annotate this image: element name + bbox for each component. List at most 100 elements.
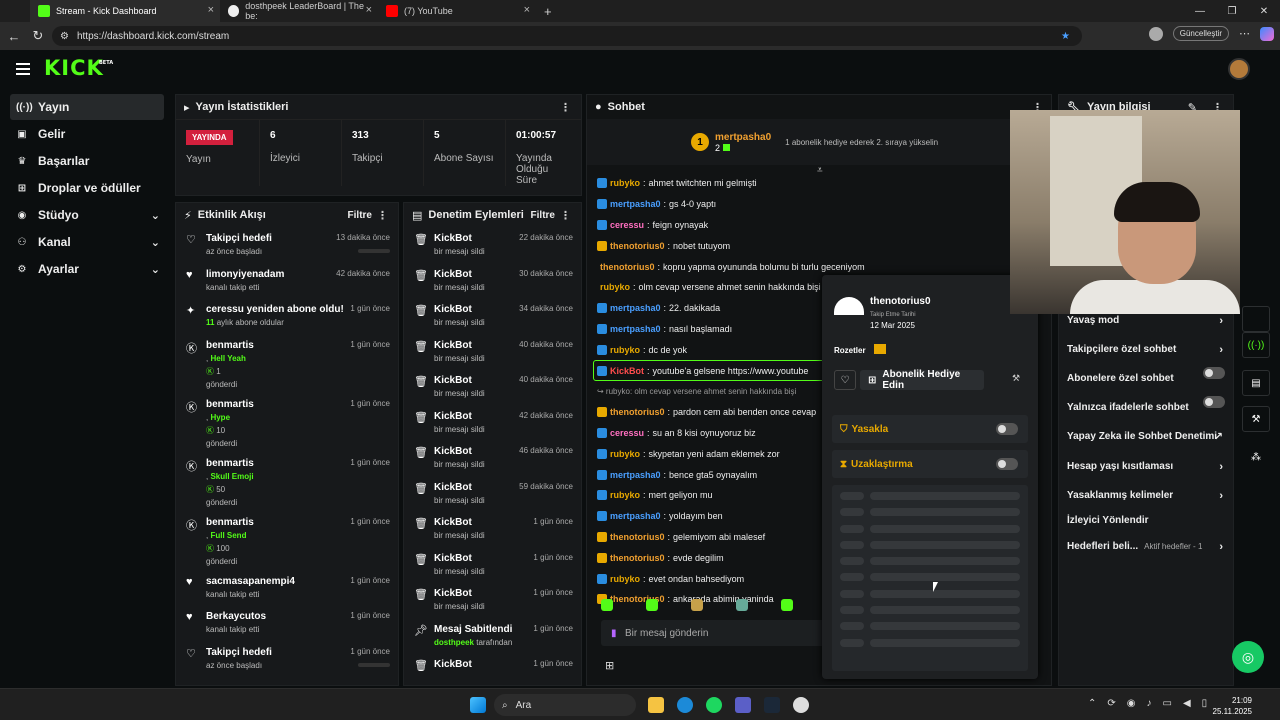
- setting-toggle[interactable]: [1203, 396, 1225, 408]
- activity-item[interactable]: ♥ limonyiyenadam kanalı takip etti 42 dakik…: [176, 263, 398, 299]
- more-vertical-icon[interactable]: ⋮: [377, 209, 388, 222]
- activity-item[interactable]: ♥ sacmasapanempi4 kanalı takip etti 1 gün ö…: [176, 570, 398, 606]
- chat-message[interactable]: rubyko: evet ondan bahsediyom: [597, 568, 827, 589]
- steam-icon[interactable]: [764, 697, 780, 713]
- stream-setting-row[interactable]: Yalnızca ifadelerle sohbet: [1067, 396, 1225, 413]
- moderation-item[interactable]: 🗑︎ KickBot bir mesajı sildi 40 dakika önce: [404, 369, 581, 405]
- help-chat-button[interactable]: ◎: [1232, 641, 1264, 673]
- stream-setting-row[interactable]: Abonelere özel sohbet: [1067, 367, 1225, 384]
- chat-message[interactable]: ceressu: su an 8 kisi oynuyoruz biz: [597, 423, 827, 444]
- moderation-item[interactable]: 🗑︎ KickBot bir mesajı sildi 34 dakika önce: [404, 298, 581, 334]
- sidebar-item-droplar[interactable]: ⊞ Droplar ve ödüller: [10, 175, 164, 201]
- moderation-item[interactable]: 🗑︎ KickBot bir mesajı sildi 59 dakika önce: [404, 476, 581, 512]
- filter-button[interactable]: Filtre: [348, 210, 372, 221]
- more-icon[interactable]: ⋯: [1239, 27, 1250, 40]
- tab-kick-dashboard[interactable]: Stream - Kick Dashboard ×: [30, 0, 220, 22]
- chat-message[interactable]: mertpasha0: 22. dakikada: [597, 298, 827, 319]
- chat-message[interactable]: thenotorius0: evde degilim: [597, 547, 827, 568]
- chat-username[interactable]: mertpasha0: [610, 511, 661, 521]
- chat-message[interactable]: thenotorius0: nobet tutuyom: [597, 235, 827, 256]
- moderation-item[interactable]: 📌︎ Mesaj Sabitlendi dosthpeek tarafından 1 …: [404, 618, 581, 654]
- stream-setting-row[interactable]: Yavaş mod ›: [1067, 315, 1225, 327]
- stream-setting-row[interactable]: Hedefleri beli... Aktif hedefler - 1 ›: [1067, 541, 1225, 553]
- tab-youtube[interactable]: (7) YouTube ×: [378, 0, 536, 22]
- edge-icon[interactable]: [677, 697, 693, 713]
- filter-button[interactable]: Filtre: [531, 210, 555, 221]
- spotify-icon[interactable]: [706, 697, 722, 713]
- close-icon[interactable]: ×: [208, 4, 214, 16]
- profile-avatar-icon[interactable]: [1148, 26, 1163, 41]
- close-icon[interactable]: ×: [524, 4, 530, 16]
- moderation-item[interactable]: 🗑︎ KickBot bir mesajı sildi 1 gün önce: [404, 511, 581, 547]
- activity-item[interactable]: ♡ Takipçi hedefi az önce başladı 1 gün önce: [176, 641, 398, 677]
- sidebar-item-ayarlar[interactable]: ⚙ Ayarlar ⌄: [10, 256, 164, 282]
- favorite-star-icon[interactable]: ★: [1061, 31, 1070, 42]
- close-icon[interactable]: ×: [366, 4, 372, 16]
- emote-icon[interactable]: [691, 599, 703, 611]
- chat-message[interactable]: thenotorius0: gelemiyom abi malesef: [597, 527, 827, 548]
- tab-leaderboard[interactable]: dosthpeek LeaderBoard | The be: ×: [220, 0, 378, 22]
- emote-icon[interactable]: [646, 599, 658, 611]
- copilot-icon[interactable]: [1260, 26, 1274, 41]
- activity-item[interactable]: ♥ Berkaycutos kanalı takip etti 1 gün önce: [176, 605, 398, 641]
- chat-username[interactable]: mertpasha0: [610, 324, 661, 334]
- chat-username[interactable]: thenotorius0: [610, 553, 665, 563]
- chat-username[interactable]: thenotorius0: [610, 532, 665, 542]
- nodes-rail-icon[interactable]: ⁂: [1242, 444, 1270, 470]
- moderation-item[interactable]: 🗑︎ KickBot bir mesajı sildi 40 dakika önce: [404, 334, 581, 370]
- moderation-item[interactable]: 🗑︎ KickBot bir mesajı sildi 1 gün önce: [404, 547, 581, 583]
- chat-message[interactable]: mertpasha0: yoldayım ben: [597, 506, 827, 527]
- emote-icon[interactable]: [736, 599, 748, 611]
- network-icon[interactable]: ▭: [1163, 698, 1172, 709]
- timeout-toggle[interactable]: [996, 458, 1018, 470]
- chat-username[interactable]: mertpasha0: [610, 199, 661, 209]
- gift-subscription-button[interactable]: ⊞ Abonelik Hediye Edin: [860, 369, 984, 391]
- moderation-item[interactable]: 🗑︎ KickBot bir mesajı sildi 46 dakika önce: [404, 440, 581, 476]
- emote-icon[interactable]: [781, 599, 793, 611]
- close-window-icon[interactable]: ✕: [1248, 0, 1280, 22]
- reload-icon[interactable]: ↻: [26, 28, 50, 44]
- stream-setting-row[interactable]: Yapay Zeka ile Sohbet Denetimi ↗: [1067, 431, 1225, 443]
- obs-icon[interactable]: [793, 697, 809, 713]
- chat-username[interactable]: KickBot: [610, 366, 644, 376]
- gift-box-icon[interactable]: ⊞: [605, 659, 614, 672]
- chat-message[interactable]: rubyko: dc de yok: [597, 339, 827, 360]
- layout-rail-icon[interactable]: ▤: [1242, 370, 1270, 396]
- sidebar-item-kanal[interactable]: ⚇ Kanal ⌄: [10, 229, 164, 255]
- app-tray-icon[interactable]: ◉: [1127, 698, 1136, 709]
- chat-username[interactable]: thenotorius0: [610, 407, 665, 417]
- sidebar-item-basarilar[interactable]: ♛ Başarılar: [10, 148, 164, 174]
- stream-setting-row[interactable]: İzleyici Yönlendir: [1067, 515, 1225, 526]
- chat-username[interactable]: rubyko: [600, 282, 630, 292]
- chevron-up-icon[interactable]: ⌃: [1088, 698, 1096, 709]
- chat-message[interactable]: thenotorius0: kopru yapma oyununda bolum…: [597, 256, 865, 277]
- chat-message[interactable]: mertpasha0: gs 4-0 yaptı: [597, 194, 827, 215]
- chat-username[interactable]: rubyko: [610, 178, 640, 188]
- stream-setting-row[interactable]: Yasaklanmış kelimeler ›: [1067, 490, 1225, 502]
- broadcast-rail-icon[interactable]: ((·)): [1242, 332, 1270, 358]
- ban-toggle[interactable]: [996, 423, 1018, 435]
- wrench-rail-icon[interactable]: ⚒: [1242, 406, 1270, 432]
- chat-username[interactable]: rubyko: [610, 449, 640, 459]
- address-bar[interactable]: ⚙ https://dashboard.kick.com/stream ★: [52, 26, 1082, 46]
- moderation-item[interactable]: 🗑︎ KickBot bir mesajı sildi 22 dakika önce: [404, 227, 581, 263]
- chat-message[interactable]: rubyko: olm cevap versene ahmet senin ha…: [597, 277, 850, 298]
- microphone-icon[interactable]: ♪: [1147, 698, 1152, 709]
- sidebar-item-studyo[interactable]: ◉ Stüdyo ⌄: [10, 202, 164, 228]
- taskbar-search[interactable]: ⌕ Ara: [494, 694, 636, 716]
- activity-item[interactable]: ✦ ceressu yeniden abone oldu! 11 aylık abo…: [176, 298, 398, 334]
- taskbar-clock[interactable]: 21:09 25.11.2025: [1213, 695, 1252, 717]
- activity-item[interactable]: Ⓚbenmartis , Hell Yeah Ⓚ 1 gönderdi 1 gün ön…: [176, 334, 398, 393]
- moderation-item[interactable]: 🗑︎ KickBot bir mesajı sildi 1 gün önce: [404, 582, 581, 618]
- rail-button-1[interactable]: [1242, 306, 1270, 332]
- battery-icon[interactable]: ▯: [1202, 698, 1208, 709]
- chat-username[interactable]: ceressu: [610, 428, 644, 438]
- moderation-item[interactable]: 🗑︎ KickBot bir mesajı sildi 42 dakika önce: [404, 405, 581, 441]
- gift-leaderboard-banner[interactable]: 1 mertpasha0 2 1 abonelik hediye ederek …: [587, 119, 1053, 165]
- moderation-item[interactable]: 🗑︎ KickBot bir mesajı sildi 30 dakika önce: [404, 263, 581, 299]
- chat-username[interactable]: ceressu: [610, 220, 644, 230]
- chat-username[interactable]: mertpasha0: [610, 303, 661, 313]
- chat-message[interactable]: ceressu: feign oynayak: [597, 215, 827, 236]
- chat-message[interactable]: rubyko: skypetan yeni adam eklemek zor: [597, 443, 827, 464]
- sidebar-item-gelir[interactable]: ▣ Gelir: [10, 121, 164, 147]
